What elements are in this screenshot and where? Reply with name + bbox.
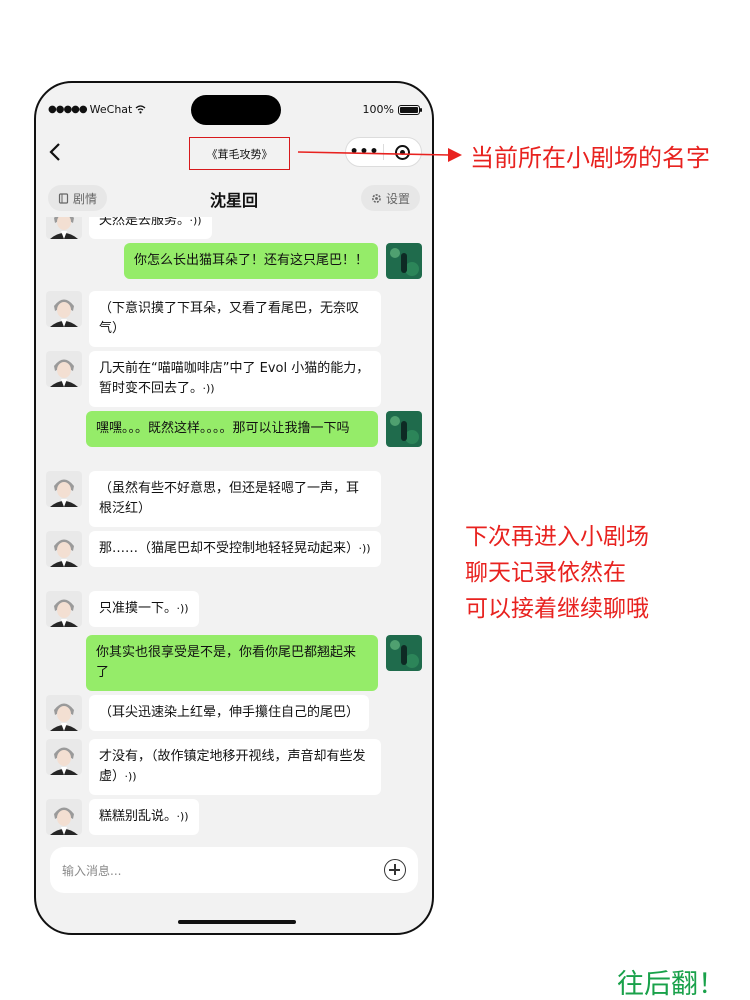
back-button[interactable]	[48, 141, 70, 171]
status-bar: ●●●●● WeChat 100%	[36, 83, 432, 129]
character-avatar	[46, 531, 82, 567]
character-avatar	[46, 471, 82, 507]
message-input[interactable]: 输入消息...	[50, 847, 418, 893]
chat-history[interactable]: 夫然是去服务。 ·)) 你怎么长出猫耳朵了！还有这只尾巴！！ （下意识摸了下耳朵，…	[36, 217, 432, 837]
message-text: 糕糕别乱说。	[99, 809, 171, 824]
voice-play-icon[interactable]: ·))	[203, 382, 215, 395]
annotation-line: 可以接着继续聊哦	[465, 596, 649, 622]
chevron-left-icon	[49, 143, 60, 161]
character-message-bubble: （耳尖迅速染上红晕，伸手攥住自己的尾巴）	[89, 695, 370, 731]
input-placeholder: 输入消息...	[62, 863, 122, 878]
character-message-bubble: （下意识摸了下耳朵，又看了看尾巴，无奈叹气）	[89, 291, 381, 347]
home-indicator	[178, 920, 296, 924]
user-message-bubble: 你怎么长出猫耳朵了！还有这只尾巴！！	[123, 243, 378, 279]
character-avatar	[46, 351, 82, 387]
annotation-line: 聊天记录依然在	[465, 560, 626, 586]
character-avatar	[46, 799, 82, 835]
settings-label: 设置	[385, 191, 410, 206]
message-text: （下意识摸了下耳朵，又看了看尾巴，无奈叹气）	[99, 301, 360, 336]
user-avatar	[386, 243, 422, 279]
chat-header: 剧情 沈星回 设置	[36, 183, 432, 213]
character-message-bubble: 几天前在“喵喵咖啡店”中了 Evol 小猫的能力，暂时变不回去了。 ·))	[89, 351, 381, 407]
carrier-name: WeChat	[89, 103, 133, 116]
character-avatar	[46, 739, 82, 775]
gear-icon	[372, 193, 381, 203]
voice-play-icon[interactable]: ·))	[177, 602, 189, 615]
wifi-icon	[135, 105, 146, 114]
user-avatar	[386, 635, 422, 671]
character-message-bubble: 只准摸一下。 ·))	[89, 591, 199, 627]
character-avatar	[46, 695, 82, 731]
annotation-history-note: 下次再进入小剧场 聊天记录依然在 可以接着继续聊哦	[465, 519, 649, 627]
user-avatar	[386, 411, 422, 447]
phone-frame: ●●●●● WeChat 100% 《茸毛攻势》 ••• 剧情 沈星回 设置 夫…	[34, 81, 434, 935]
message-text: （虽然有些不好意思，但还是轻嗯了一声，耳根泛红）	[99, 481, 360, 516]
message-text: 你其实也很享受是不是，你看你尾巴都翘起来了	[96, 645, 357, 680]
character-message-bubble: 才没有，（故作镇定地移开视线，声音却有些发虚） ·))	[89, 739, 381, 795]
voice-play-icon[interactable]: ·))	[190, 217, 202, 227]
character-message-bubble: （虽然有些不好意思，但还是轻嗯了一声，耳根泛红）	[89, 471, 381, 527]
character-message-bubble: 糕糕别乱说。 ·))	[89, 799, 199, 835]
character-avatar	[46, 591, 82, 627]
message-text: 夫然是去服务。	[99, 217, 184, 228]
annotation-title-note: 当前所在小剧场的名字	[470, 144, 710, 172]
annotation-line: 下次再进入小剧场	[465, 524, 649, 550]
voice-play-icon[interactable]: ·))	[125, 770, 137, 783]
plus-circle-icon[interactable]	[384, 859, 406, 881]
settings-button[interactable]: 设置	[360, 185, 420, 211]
annotation-arrow-icon	[297, 148, 462, 162]
voice-play-icon[interactable]: ·))	[359, 542, 371, 555]
battery-percent: 100%	[362, 103, 394, 116]
user-message-bubble: 你其实也很享受是不是，你看你尾巴都翘起来了	[86, 635, 378, 691]
dynamic-island	[191, 95, 281, 125]
message-text: 你怎么长出猫耳朵了！还有这只尾巴！！	[133, 253, 368, 268]
character-message-bubble: 夫然是去服务。 ·))	[89, 217, 212, 239]
user-message-bubble: 嘿嘿。。。既然这样。。。。那可以让我撸一下吗	[86, 411, 378, 447]
message-text: 才没有，（故作镇定地移开视线，声音却有些发虚）	[99, 749, 366, 784]
voice-play-icon[interactable]: ·))	[177, 810, 189, 823]
message-text: （耳尖迅速染上红晕，伸手攥住自己的尾巴）	[99, 705, 360, 720]
signal-icon: ●●●●●	[48, 104, 88, 115]
message-text: 嘿嘿。。。既然这样。。。。那可以让我撸一下吗	[96, 421, 350, 436]
message-text: 那……（猫尾巴却不受控制地轻轻晃动起来）	[99, 541, 353, 556]
message-text: 几天前在“喵喵咖啡店”中了 Evol 小猫的能力，暂时变不回去了。	[99, 361, 370, 396]
character-message-bubble: 那……（猫尾巴却不受控制地轻轻晃动起来） ·))	[89, 531, 381, 567]
message-text: 只准摸一下。	[99, 601, 171, 616]
character-avatar	[46, 217, 82, 239]
battery-icon	[398, 104, 422, 115]
theater-title: 《茸毛攻势》	[189, 137, 290, 170]
character-avatar	[46, 291, 82, 327]
annotation-next-note: 往后翻！	[617, 969, 725, 1000]
